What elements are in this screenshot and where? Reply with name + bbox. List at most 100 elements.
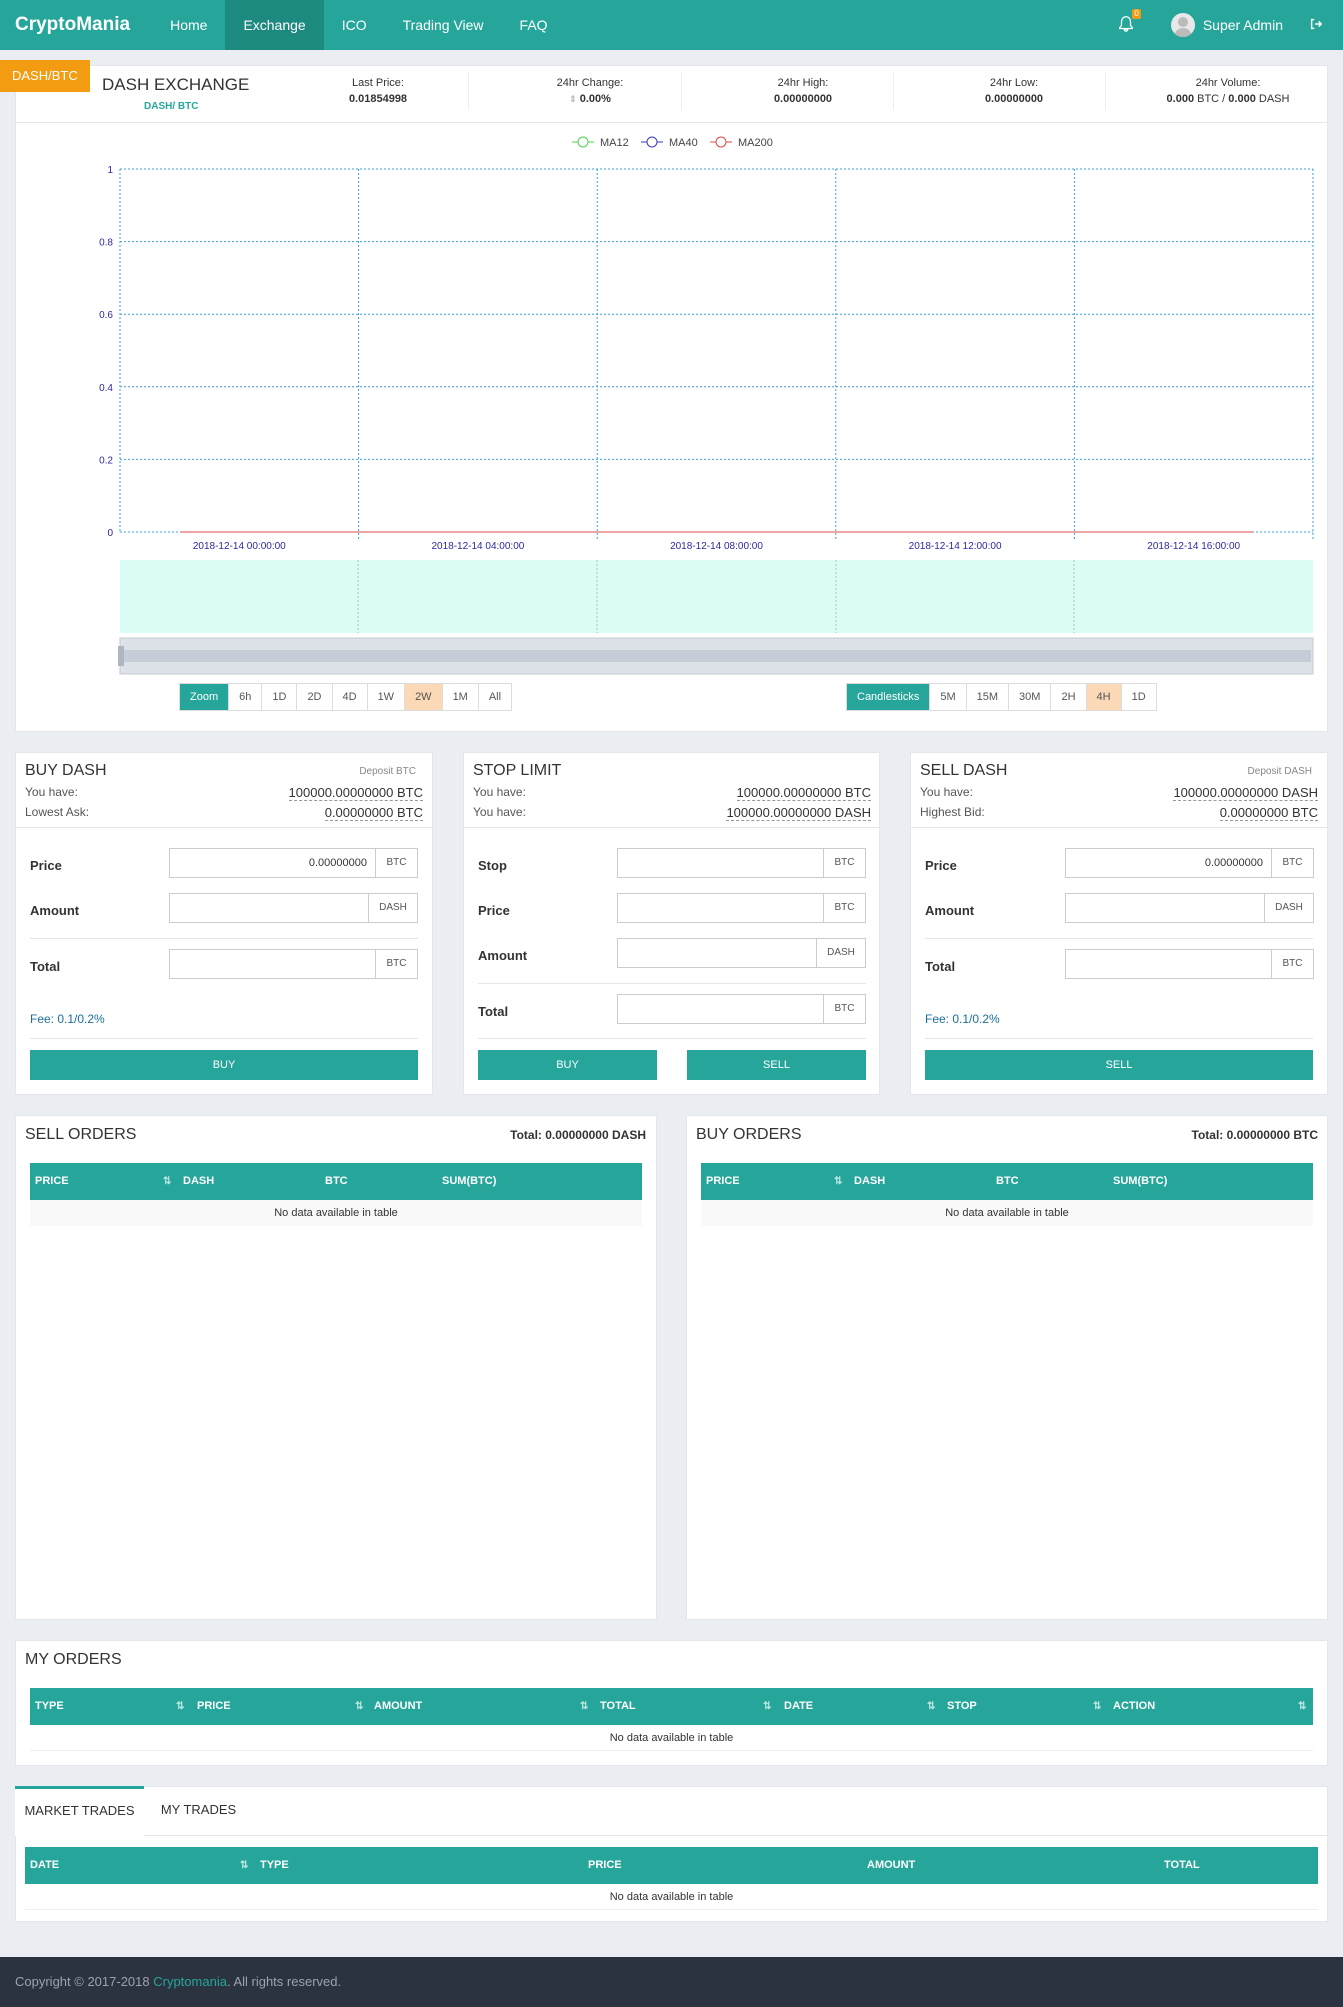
buy-button[interactable]: BUY — [30, 1050, 418, 1080]
zoom-4d[interactable]: 4D — [332, 684, 368, 710]
sell-amount-input[interactable] — [1065, 893, 1265, 923]
sort-icon[interactable]: ⇅ — [834, 1163, 842, 1200]
user-name[interactable]: Super Admin — [1203, 17, 1283, 33]
deposit-btc-link[interactable]: Deposit BTC — [300, 766, 416, 777]
trades-empty: No data available in table — [25, 1884, 1318, 1910]
sell-total-input[interactable] — [1065, 949, 1272, 979]
legend-item-ma200[interactable]: MA200 — [738, 137, 773, 149]
col-price[interactable]: PRICE — [35, 1163, 69, 1200]
col-dash[interactable]: DASH — [183, 1163, 214, 1200]
sort-icon[interactable]: ⇅ — [1298, 1688, 1306, 1725]
header-divider — [15, 122, 1328, 123]
zoom-2w[interactable]: 2W — [405, 684, 443, 710]
nav-trading-view[interactable]: Trading View — [385, 0, 502, 50]
stop-input[interactable] — [617, 848, 824, 878]
legend-item-ma40[interactable]: MA40 — [669, 137, 698, 149]
stop-buy-button[interactable]: BUY — [478, 1050, 657, 1080]
col-btc[interactable]: BTC — [325, 1163, 348, 1200]
sort-icon[interactable]: ⇅ — [927, 1688, 935, 1725]
stop-amount-input[interactable] — [617, 938, 817, 968]
interval-15m[interactable]: 15M — [966, 684, 1010, 710]
sort-icon[interactable]: ⇅ — [176, 1688, 184, 1725]
sort-icon[interactable]: ⇅ — [763, 1688, 771, 1725]
zoom-1w[interactable]: 1W — [367, 684, 406, 710]
sort-icon[interactable]: ⇅ — [580, 1688, 588, 1725]
legend-marker[interactable] — [715, 136, 727, 148]
interval-1d[interactable]: 1D — [1121, 684, 1156, 710]
brand-logo[interactable]: CryptoMania — [0, 0, 152, 50]
total-unit: BTC — [375, 949, 418, 979]
sort-icon[interactable]: ⇅ — [355, 1688, 363, 1725]
stat-label: 24hr Volume: — [1195, 77, 1261, 89]
nav-ico[interactable]: ICO — [324, 0, 385, 50]
stop-price-input[interactable] — [617, 893, 824, 923]
you-have-label: You have: — [473, 805, 526, 819]
col-type[interactable]: TYPE — [35, 1688, 64, 1725]
stat-label: 24hr Change: — [556, 77, 624, 89]
sort-icon[interactable]: ⇅ — [240, 1847, 248, 1884]
y-tick-label: 0.8 — [99, 238, 113, 249]
fee-text: Fee: 0.1/0.2% — [925, 1012, 1000, 1026]
zoom-1m[interactable]: 1M — [442, 684, 479, 710]
col-amount[interactable]: AMOUNT — [867, 1847, 915, 1884]
col-price[interactable]: PRICE — [706, 1163, 740, 1200]
interval-5m[interactable]: 5M — [930, 684, 967, 710]
stop-balance-dash: 100000.00000000 DASH — [726, 805, 871, 821]
nav-home[interactable]: Home — [152, 0, 225, 50]
total-label: Total — [925, 959, 956, 974]
sell-button[interactable]: SELL — [925, 1050, 1313, 1080]
col-sum-btc[interactable]: SUM(BTC) — [1113, 1163, 1167, 1200]
col-dash[interactable]: DASH — [854, 1163, 885, 1200]
zoom-all[interactable]: All — [478, 684, 512, 710]
zoom-2d[interactable]: 2D — [297, 684, 333, 710]
buy-amount-input[interactable] — [169, 893, 369, 923]
buy-total-input[interactable] — [169, 949, 376, 979]
logout-icon[interactable] — [1309, 17, 1325, 33]
footer-brand-link[interactable]: Cryptomania — [153, 1974, 227, 1989]
y-tick-label: 0.6 — [99, 310, 113, 321]
col-date[interactable]: DATE — [30, 1847, 59, 1884]
you-have-label: You have: — [25, 785, 78, 799]
col-btc[interactable]: BTC — [996, 1163, 1019, 1200]
price-chart[interactable]: MA12 MA40 MA200 0 0.2 0.4 0.6 0.8 1 2018-12-14 … — [0, 125, 1343, 685]
col-sum-btc[interactable]: SUM(BTC) — [442, 1163, 496, 1200]
col-total[interactable]: TOTAL — [600, 1688, 636, 1725]
sort-icon[interactable]: ⇅ — [1093, 1688, 1101, 1725]
amount-label: Amount — [30, 903, 80, 918]
interval-30m[interactable]: 30M — [1009, 684, 1052, 710]
pair-badge[interactable]: DASH/BTC — [0, 60, 90, 92]
buy-price-input[interactable]: 0.00000000 — [169, 848, 376, 878]
col-amount[interactable]: AMOUNT — [374, 1688, 422, 1725]
tab-my-trades[interactable]: MY TRADES — [146, 1786, 251, 1833]
sell-price-input[interactable]: 0.00000000 — [1065, 848, 1272, 878]
deposit-dash-link[interactable]: Deposit DASH — [1196, 766, 1312, 777]
col-price[interactable]: PRICE — [197, 1688, 231, 1725]
legend-item-ma12[interactable]: MA12 — [600, 137, 629, 149]
col-action[interactable]: ACTION — [1113, 1688, 1155, 1725]
interval-2h[interactable]: 2H — [1051, 684, 1087, 710]
navigator-area[interactable] — [120, 560, 1313, 633]
price-unit: BTC — [823, 893, 866, 923]
col-total[interactable]: TOTAL — [1164, 1847, 1200, 1884]
zoom-6h[interactable]: 6h — [229, 684, 263, 710]
top-navbar: CryptoMania Home Exchange ICO Trading Vi… — [0, 0, 1343, 50]
interval-4h[interactable]: 4H — [1086, 684, 1122, 710]
legend-marker[interactable] — [577, 136, 589, 148]
avatar[interactable] — [1170, 13, 1195, 37]
scrollbar-handle[interactable] — [118, 646, 124, 666]
candlesticks-label[interactable]: Candlesticks — [847, 684, 931, 710]
sort-icon[interactable]: ⇅ — [163, 1163, 171, 1200]
col-date[interactable]: DATE — [784, 1688, 813, 1725]
tab-market-trades[interactable]: MARKET TRADES — [15, 1786, 144, 1836]
zoom-1d[interactable]: 1D — [262, 684, 298, 710]
nav-exchange[interactable]: Exchange — [225, 0, 324, 50]
legend-marker[interactable] — [646, 136, 658, 148]
col-stop[interactable]: STOP — [947, 1688, 977, 1725]
col-type[interactable]: TYPE — [260, 1847, 289, 1884]
divider — [15, 827, 433, 828]
stop-total-input[interactable] — [617, 994, 824, 1024]
col-price[interactable]: PRICE — [588, 1847, 622, 1884]
stop-sell-button[interactable]: SELL — [687, 1050, 866, 1080]
nav-faq[interactable]: FAQ — [502, 0, 566, 50]
notification-bell-icon[interactable]: 0 — [1117, 9, 1141, 35]
